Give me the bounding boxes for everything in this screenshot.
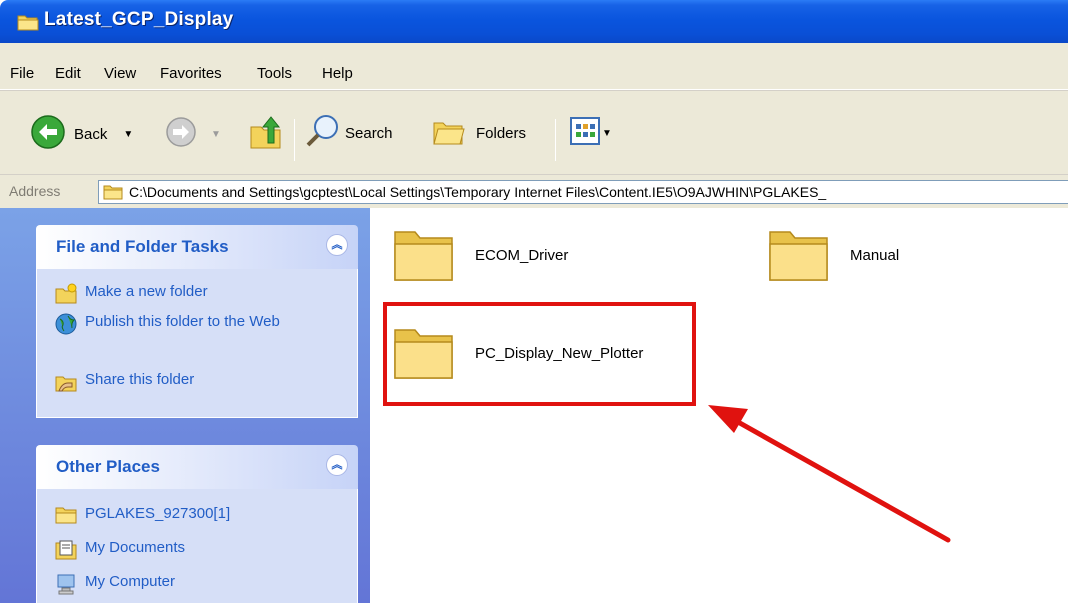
toolbar-separator	[294, 119, 295, 161]
window-title: Latest_GCP_Display	[44, 9, 234, 30]
panel-title: Other Places	[56, 457, 160, 476]
folders-button[interactable]: Folders	[432, 113, 526, 153]
folder-icon	[768, 222, 830, 288]
panel-body: PGLAKES_927300[1] My Documents My Comput…	[36, 489, 358, 603]
place-my-documents[interactable]: My Documents	[55, 539, 185, 561]
address-label: Address	[9, 183, 61, 199]
folder-icon	[55, 505, 77, 527]
forward-arrow-icon	[165, 116, 197, 152]
chevron-down-icon[interactable]: ▼	[211, 129, 221, 140]
new-folder-icon	[55, 283, 77, 305]
toolbar	[0, 90, 1068, 174]
address-bar: Address C:\Documents and Settings\gcptes…	[0, 174, 1068, 208]
folder-label: Manual	[850, 246, 900, 264]
menu-help[interactable]: Help	[322, 65, 353, 82]
place-label: PGLAKES_927300[1]	[85, 505, 231, 522]
other-places-header[interactable]: Other Places ︽	[36, 445, 358, 489]
task-make-new-folder[interactable]: Make a new folder	[55, 283, 208, 305]
other-places-panel: Other Places ︽ PGLAKES_927300[1] My Docu…	[36, 445, 358, 603]
task-label: Share this folder	[85, 371, 195, 388]
panel-title: File and Folder Tasks	[56, 237, 229, 256]
back-arrow-icon	[30, 114, 66, 154]
place-label: My Documents	[85, 539, 186, 556]
folders-icon	[432, 113, 468, 153]
folder-label: ECOM_Driver	[475, 246, 569, 264]
back-button[interactable]: Back ▼	[30, 114, 133, 154]
annotation-arrow-icon	[700, 395, 960, 559]
place-pglakes[interactable]: PGLAKES_927300[1]	[55, 505, 230, 527]
share-folder-icon	[55, 371, 77, 393]
task-label: Publish this folder to the Web	[85, 313, 280, 330]
menu-tools[interactable]: Tools	[257, 65, 292, 82]
folder-icon	[103, 184, 123, 204]
menu-favorites[interactable]: Favorites	[160, 65, 222, 82]
search-label: Search	[345, 124, 393, 142]
forward-button[interactable]: ▼	[165, 116, 221, 152]
up-folder-button[interactable]	[248, 113, 284, 155]
collapse-icon[interactable]: ︽	[326, 234, 348, 256]
documents-icon	[55, 539, 77, 561]
chevron-down-icon[interactable]: ▼	[123, 129, 133, 140]
search-button[interactable]: Search	[305, 113, 393, 153]
panel-body: Make a new folder Publish this folder to…	[36, 269, 358, 418]
task-publish-folder[interactable]: Publish this folder to the Web	[55, 313, 295, 335]
computer-icon	[55, 573, 77, 595]
folder-icon	[393, 222, 455, 288]
views-button[interactable]: ▼	[570, 117, 612, 149]
file-folder-tasks-panel: File and Folder Tasks ︽ Make a new folde…	[36, 225, 358, 418]
toolbar-separator	[555, 119, 556, 161]
collapse-icon[interactable]: ︽	[326, 454, 348, 476]
folder-manual[interactable]: Manual	[768, 222, 899, 288]
task-share-folder[interactable]: Share this folder	[55, 371, 194, 393]
chevron-down-icon[interactable]: ▼	[602, 128, 612, 139]
search-icon	[305, 113, 341, 153]
task-pane: File and Folder Tasks ︽ Make a new folde…	[0, 208, 370, 603]
task-label: Make a new folder	[85, 283, 208, 300]
back-label: Back	[74, 125, 108, 143]
title-bar[interactable]: Latest_GCP_Display	[0, 0, 1068, 43]
folders-label: Folders	[476, 124, 527, 142]
menu-view[interactable]: View	[104, 65, 136, 82]
menu-bar: File Edit View Favorites Tools Help	[0, 43, 1068, 90]
globe-icon	[55, 313, 77, 335]
folder-ecom-driver[interactable]: ECOM_Driver	[393, 222, 568, 288]
up-folder-icon	[248, 113, 284, 155]
menu-file[interactable]: File	[10, 65, 34, 82]
address-input[interactable]: C:\Documents and Settings\gcptest\Local …	[98, 180, 1068, 204]
place-label: My Computer	[85, 573, 176, 590]
place-my-computer[interactable]: My Computer	[55, 573, 175, 595]
highlight-box	[383, 302, 696, 406]
views-icon	[570, 117, 600, 149]
folder-icon	[17, 13, 39, 35]
menu-edit[interactable]: Edit	[55, 65, 81, 82]
file-folder-tasks-header[interactable]: File and Folder Tasks ︽	[36, 225, 358, 269]
address-path: C:\Documents and Settings\gcptest\Local …	[129, 184, 827, 200]
